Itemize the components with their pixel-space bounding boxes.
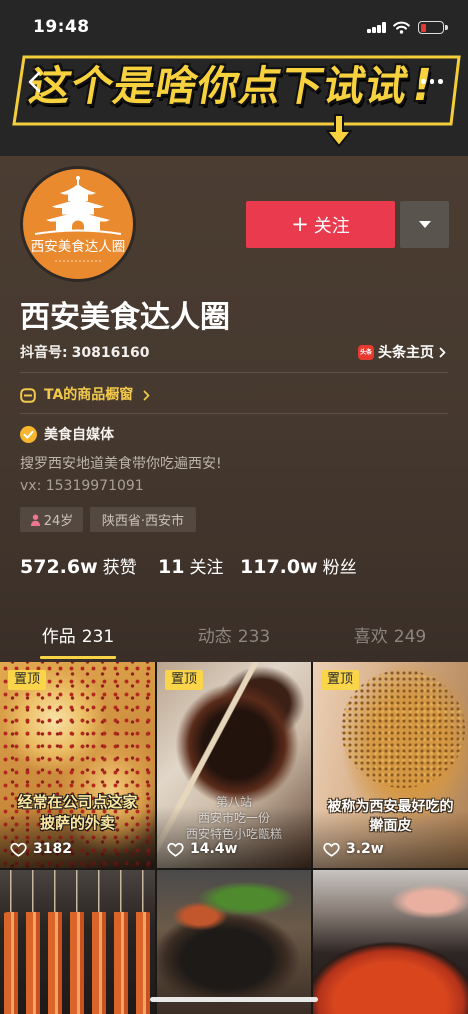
douyin-id-label: 抖音号: (20, 345, 68, 361)
down-arrow-icon (326, 114, 352, 147)
likes-count: 3182 (33, 841, 72, 857)
toutiao-icon[interactable]: 头条 (358, 345, 374, 360)
post-card[interactable] (0, 870, 155, 1014)
stat-value: 117.0w (240, 556, 318, 578)
back-icon[interactable] (26, 71, 44, 93)
avatar-text: 西安美食达人圈 (31, 238, 126, 255)
caption-line: 经常在公司点这家 (17, 793, 138, 811)
location-label: 陕西省·西安市 (101, 514, 185, 529)
heart-icon (167, 842, 184, 857)
tab-label: 作品 (41, 627, 76, 647)
toutiao-homepage-link[interactable]: 头条主页 (378, 343, 434, 363)
battery-cap (445, 25, 448, 30)
post-caption: 被称为西安最好吃的 擀面皮 (313, 798, 468, 836)
battery-level (420, 23, 426, 32)
verified-check-icon (20, 426, 37, 443)
post-card[interactable]: 置顶 被称为西安最好吃的 擀面皮 3.2w (313, 662, 468, 868)
age-tag: 24岁 (20, 507, 83, 532)
stat-value: 11 (158, 556, 185, 578)
battery-icon (418, 21, 444, 34)
post-likes: 14.4w (167, 840, 237, 858)
stat-label: 获赞 (102, 558, 137, 578)
stat-label: 粉丝 (322, 558, 357, 578)
tab-dynamics[interactable]: 动态 233 (156, 622, 312, 652)
stat-likes: 572.6w 获赞 (20, 553, 137, 581)
caption-line: 被称为西安最好吃的 (327, 799, 454, 815)
post-caption: 第八站 西安市吃一份 西安特色小吃甑糕 (157, 794, 311, 842)
signal-icon (367, 22, 386, 33)
avatar-logo: 西安美食达人圈 (31, 176, 126, 262)
plus-icon: + (291, 212, 309, 236)
post-caption: 经常在公司点这家 披萨的外卖 (0, 792, 155, 834)
post-card[interactable]: 置顶 第八站 西安市吃一份 西安特色小吃甑糕 14.4w (157, 662, 311, 868)
banner-title-text: 这个是啥你点下试试 (25, 62, 413, 110)
tab-label: 动态 (197, 627, 232, 647)
caption-line: 披萨的外卖 (39, 814, 115, 832)
age-label: 24岁 (43, 514, 74, 529)
stat-label: 关注 (189, 558, 224, 578)
likes-count: 14.4w (190, 841, 238, 857)
douyin-id-value: 30816160 (71, 345, 150, 361)
caption-line: 西安市吃一份 (197, 811, 270, 825)
wifi-icon (393, 21, 410, 34)
heart-icon (10, 842, 27, 857)
home-indicator[interactable] (150, 997, 318, 1002)
caption-line: 第八站 (215, 795, 252, 809)
chevron-right-icon[interactable] (439, 347, 446, 358)
status-time: 19:48 (33, 17, 90, 37)
tab-count: 231 (81, 627, 115, 647)
more-icon[interactable] (421, 79, 445, 87)
verified-label: 美食自媒体 (44, 427, 114, 443)
post-card[interactable] (313, 870, 468, 1014)
follow-label: 关注 (313, 215, 350, 237)
divider (20, 413, 448, 414)
follow-button[interactable]: + 关注 (246, 201, 395, 248)
divider (20, 372, 448, 373)
post-card[interactable] (157, 870, 311, 1014)
shop-window-link[interactable]: TA的商品橱窗 (44, 385, 133, 405)
tab-likes[interactable]: 喜欢 249 (312, 622, 468, 652)
tab-count: 249 (393, 627, 427, 647)
chevron-right-icon[interactable] (143, 390, 150, 401)
banner-title: 这个是啥你点下试试! (25, 60, 438, 112)
triangle-down-icon (419, 221, 431, 228)
stat-following[interactable]: 11 关注 (158, 553, 223, 581)
likes-count: 3.2w (346, 841, 384, 857)
active-tab-indicator (40, 656, 116, 659)
tab-count: 233 (237, 627, 271, 647)
heart-icon (323, 842, 340, 857)
pinned-badge: 置顶 (165, 670, 204, 690)
pinned-badge: 置顶 (8, 670, 47, 690)
recommend-dropdown-button[interactable] (400, 201, 449, 248)
female-icon (30, 514, 40, 526)
stat-value: 572.6w (20, 556, 98, 578)
avatar[interactable]: 西安美食达人圈 (20, 166, 136, 282)
post-likes: 3182 (10, 840, 72, 858)
post-likes: 3.2w (323, 840, 384, 858)
shop-window-icon (20, 388, 36, 403)
tab-works[interactable]: 作品 231 (0, 622, 156, 652)
caption-line: 擀面皮 (369, 818, 412, 834)
bio-line: vx: 15319971091 (20, 478, 144, 494)
pinned-badge: 置顶 (321, 670, 360, 690)
profile-name: 西安美食达人圈 (20, 300, 230, 335)
tab-label: 喜欢 (353, 627, 388, 647)
location-tag: 陕西省·西安市 (90, 507, 196, 532)
post-card[interactable]: 置顶 经常在公司点这家 披萨的外卖 3182 (0, 662, 155, 868)
stat-followers[interactable]: 117.0w 粉丝 (240, 553, 357, 581)
post-image-detail (341, 670, 465, 788)
bio-line: 搜罗西安地道美食带你吃遍西安! (20, 456, 222, 472)
post-image-detail (0, 912, 155, 1014)
profile-screen: 19:48 这个是啥你点下试试! 西安美食达人圈 + 关注 西安美食达人圈 抖音… (0, 0, 468, 1014)
douyin-id: 抖音号: 30816160 (20, 343, 150, 363)
